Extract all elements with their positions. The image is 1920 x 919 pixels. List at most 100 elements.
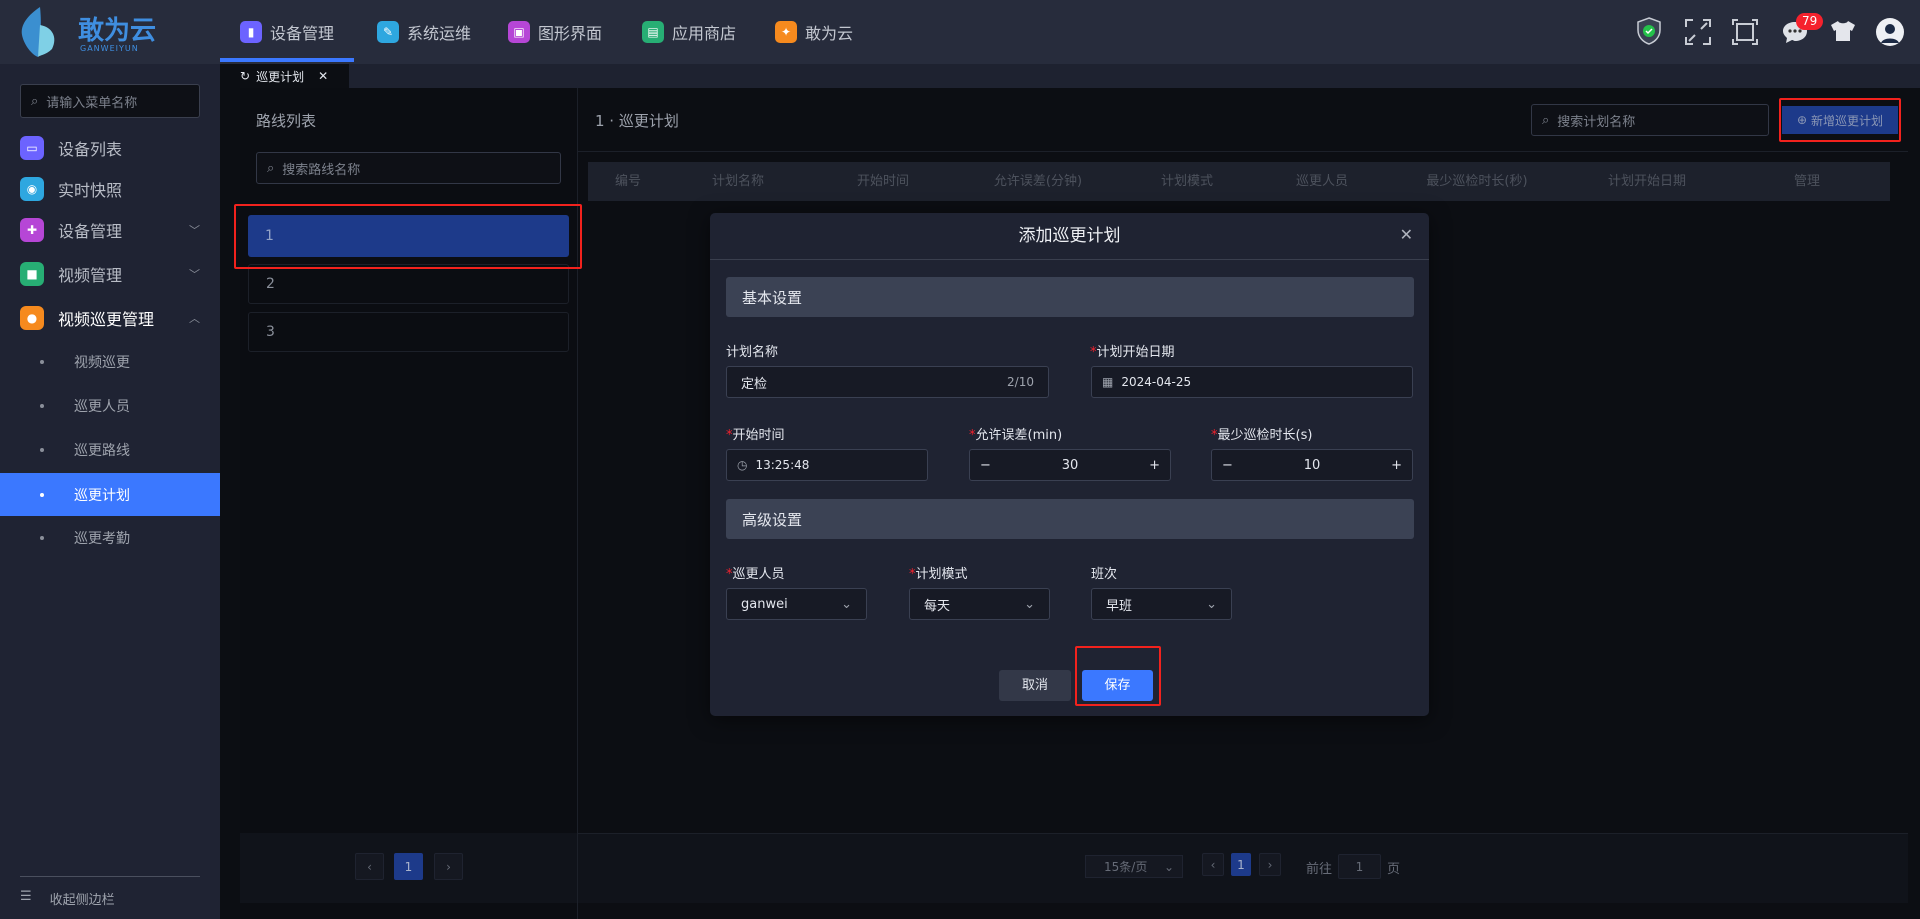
user-avatar[interactable] bbox=[1876, 18, 1904, 46]
input-value: 13:25:48 bbox=[755, 458, 810, 472]
start-time-picker[interactable]: ◷ 13:25:48 bbox=[726, 449, 928, 481]
clock-icon: ◷ bbox=[737, 458, 748, 472]
nav-label: 敢为云 bbox=[805, 24, 854, 43]
page-size-value: 15条/页 bbox=[1104, 860, 1148, 874]
route-search-input[interactable]: ⌕ 搜索路线名称 bbox=[256, 152, 561, 184]
theme-shirt-icon[interactable] bbox=[1830, 20, 1856, 42]
nav-device-management[interactable]: ▮ 设备管理 bbox=[240, 14, 334, 50]
close-tab-icon[interactable]: ✕ bbox=[318, 69, 328, 83]
sub-label: 巡更路线 bbox=[74, 442, 130, 459]
plan-mode-label: *计划模式 bbox=[909, 567, 968, 582]
minus-icon[interactable]: − bbox=[980, 458, 991, 473]
close-icon[interactable]: ✕ bbox=[1400, 225, 1413, 244]
sidebar-sub-patrol-attendance[interactable]: 巡更考勤 bbox=[0, 516, 220, 559]
device-icon: ▮ bbox=[240, 21, 262, 43]
menu-search-input[interactable]: ⌕ 请输入菜单名称 bbox=[20, 84, 200, 118]
col-id: 编号 bbox=[614, 174, 642, 189]
plan-mode-select[interactable]: 每天 ⌄ bbox=[909, 588, 1050, 620]
screen-frame-icon[interactable] bbox=[1732, 19, 1758, 45]
plan-title: 1 · 巡更计划 bbox=[595, 112, 679, 130]
highlight-box bbox=[1075, 646, 1161, 706]
collapse-sidebar-button[interactable]: ☰ 收起侧边栏 bbox=[20, 889, 115, 908]
butterfly-logo-icon bbox=[21, 7, 55, 57]
col-start-date: 计划开始日期 bbox=[1607, 174, 1687, 189]
chevron-up-icon: ︿ bbox=[189, 312, 200, 325]
menu-label: 视频管理 bbox=[58, 266, 123, 285]
sidebar-item-device-list[interactable]: ▭ 设备列表 bbox=[20, 133, 200, 163]
search-icon: ⌕ bbox=[31, 93, 39, 109]
plan-search-input[interactable]: ⌕ 搜索计划名称 bbox=[1531, 104, 1769, 136]
route-item-2[interactable]: 2 bbox=[248, 264, 569, 304]
sidebar-item-device-management[interactable]: ✚ 设备管理 ﹀ bbox=[20, 215, 200, 245]
placeholder: 搜索路线名称 bbox=[282, 162, 361, 178]
page-suffix: 页 bbox=[1387, 862, 1401, 877]
section-basic-settings: 基本设置 bbox=[726, 277, 1414, 317]
sidebar-sub-video-patrol[interactable]: 视频巡更 bbox=[0, 340, 220, 383]
sidebar-sub-patrol-routes[interactable]: 巡更路线 bbox=[0, 428, 220, 471]
nav-label: 设备管理 bbox=[270, 24, 335, 43]
nav-label: 系统运维 bbox=[407, 24, 472, 43]
nav-app-store[interactable]: ▤ 应用商店 bbox=[642, 14, 736, 50]
start-date-picker[interactable]: ▦ 2024-04-25 bbox=[1091, 366, 1413, 398]
plus-icon[interactable]: + bbox=[1391, 458, 1402, 473]
min-duration-stepper[interactable]: − 10 + bbox=[1211, 449, 1413, 481]
sidebar-item-video-management[interactable]: ■ 视频管理 ﹀ bbox=[20, 259, 200, 289]
col-start-time: 开始时间 bbox=[856, 174, 910, 189]
nav-graphics[interactable]: ▣ 图形界面 bbox=[508, 14, 602, 50]
sidebar-sub-patrol-plan[interactable]: 巡更计划 bbox=[0, 473, 220, 516]
plan-name-input[interactable]: 定检 2/10 bbox=[726, 366, 1049, 398]
shift-select[interactable]: 早班 ⌄ bbox=[1091, 588, 1232, 620]
nav-active-indicator bbox=[220, 58, 354, 62]
label-text: 允许误差(min) bbox=[975, 428, 1063, 443]
sidebar-item-video-patrol-management[interactable]: ● 视频巡更管理 ︿ bbox=[20, 303, 200, 333]
col-plan-name: 计划名称 bbox=[711, 174, 765, 189]
refresh-icon[interactable]: ↻ bbox=[240, 69, 250, 83]
tab-patrol-plan[interactable]: ↻ 巡更计划 ✕ bbox=[220, 64, 349, 88]
plan-next-page[interactable]: › bbox=[1259, 853, 1281, 876]
minus-icon[interactable]: − bbox=[1222, 458, 1233, 473]
bullet-icon bbox=[40, 359, 44, 364]
page-size-select[interactable]: 15条/页 ⌄ bbox=[1085, 855, 1183, 878]
label-text: 巡更人员 bbox=[732, 567, 785, 582]
tab-label: 巡更计划 bbox=[256, 69, 305, 84]
input-value: 30 bbox=[1061, 457, 1079, 473]
select-value: 早班 bbox=[1106, 598, 1133, 614]
plan-page-1[interactable]: 1 bbox=[1231, 853, 1251, 876]
grid-icon: ✚ bbox=[20, 218, 44, 242]
label-text: 计划开始日期 bbox=[1096, 345, 1175, 360]
sub-label: 巡更人员 bbox=[74, 398, 130, 415]
menu-label: 视频巡更管理 bbox=[58, 310, 155, 329]
plan-prev-page[interactable]: ‹ bbox=[1202, 853, 1224, 876]
menu-label: 设备管理 bbox=[58, 222, 123, 241]
collapse-icon: ☰ bbox=[20, 889, 32, 904]
input-value: 定检 bbox=[741, 376, 768, 392]
shield-icon[interactable] bbox=[1637, 17, 1661, 45]
placeholder: 请输入菜单名称 bbox=[46, 95, 138, 111]
sidebar-sub-patrol-staff[interactable]: 巡更人员 bbox=[0, 384, 220, 427]
route-next-page[interactable]: › bbox=[434, 853, 463, 880]
nav-label: 图形界面 bbox=[538, 24, 603, 43]
nav-label: 应用商店 bbox=[672, 24, 737, 43]
col-manage: 管理 bbox=[1793, 174, 1821, 189]
fullscreen-icon[interactable] bbox=[1685, 19, 1711, 45]
start-time-label: *开始时间 bbox=[726, 428, 785, 443]
tolerance-stepper[interactable]: − 30 + bbox=[969, 449, 1171, 481]
brand-subtitle: GANWEIYUN bbox=[80, 44, 139, 53]
route-page-1[interactable]: 1 bbox=[394, 853, 423, 880]
route-prev-page[interactable]: ‹ bbox=[355, 853, 384, 880]
route-item-3[interactable]: 3 bbox=[248, 312, 569, 352]
staff-select[interactable]: ganwei ⌄ bbox=[726, 588, 867, 620]
cancel-button[interactable]: 取消 bbox=[999, 670, 1071, 701]
input-value: 10 bbox=[1303, 457, 1321, 473]
plus-icon[interactable]: + bbox=[1149, 458, 1160, 473]
col-tolerance: 允许误差(分钟) bbox=[993, 174, 1083, 189]
sidebar-item-snapshot[interactable]: ◉ 实时快照 bbox=[20, 174, 200, 204]
top-header: 敢为云 GANWEIYUN ▮ 设备管理 ✎ 系统运维 ▣ 图形界面 ▤ 应用商店 ✦ 敢… bbox=[0, 0, 1920, 64]
chevron-down-icon: ﹀ bbox=[189, 268, 200, 281]
bullet-icon bbox=[40, 403, 44, 408]
nav-ganweiyun[interactable]: ✦ 敢为云 bbox=[775, 14, 853, 50]
col-staff: 巡更人员 bbox=[1295, 174, 1349, 189]
chevron-down-icon: ⌄ bbox=[1206, 596, 1217, 612]
nav-system-ops[interactable]: ✎ 系统运维 bbox=[377, 14, 471, 50]
goto-page-input[interactable]: 1 bbox=[1338, 854, 1381, 879]
